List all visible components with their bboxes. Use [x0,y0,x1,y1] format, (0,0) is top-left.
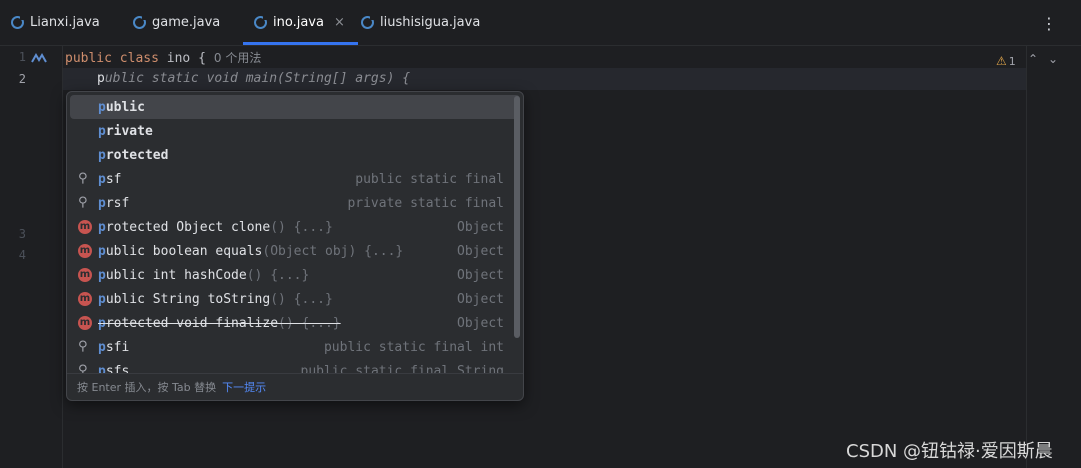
completion-type: Object [457,267,504,283]
line-number: 2 [18,72,26,86]
completion-type: Object [457,219,504,235]
completion-scrollbar[interactable] [514,96,520,338]
close-tab-icon[interactable]: × [334,15,345,30]
completion-type: Object [457,243,504,259]
tab-ino-java[interactable]: ino.java × [243,0,358,45]
next-highlight-icon[interactable]: ⌄ [1048,52,1058,66]
completion-type: private static final [347,195,504,211]
line-number: 3 [18,227,26,241]
completion-item-hashcode[interactable]: m public int hashCode() {...} Object [70,263,520,287]
inspection-widget[interactable]: ⚠ 1 [996,54,1016,68]
next-tip-link[interactable]: 下一提示 [222,379,266,395]
method-icon: m [78,316,92,330]
class-name: ino { [166,51,206,66]
typed-text: p [97,71,105,86]
completion-item-tostring[interactable]: m public String toString() {...} Object [70,287,520,311]
method-icon: m [78,244,92,258]
warning-count: 1 [1008,54,1016,68]
completion-list: public private protected ⚲ psf public st… [67,92,523,373]
line-number: 4 [18,248,26,262]
completion-type: public static final [355,171,504,187]
keyword-class: class [119,51,159,66]
template-icon: ⚲ [78,363,88,374]
completion-item-psfs[interactable]: ⚲ psfs public static final String [70,359,520,374]
completion-item-finalize[interactable]: m protected void finalize() {...} Object [70,311,520,335]
editor-tab-bar: Lianxi.java game.java ino.java × liushis… [0,0,1081,46]
code-line-2: public static void main(String[] args) { [97,71,410,86]
tab-label: ino.java [273,15,324,30]
java-class-icon [11,15,25,29]
method-icon: m [78,220,92,234]
ghost-suggestion: ublic static void main(String[] args) { [104,71,411,86]
line-number: 1 [18,50,26,64]
template-icon: ⚲ [78,171,88,186]
usages-inlay-hint[interactable]: 0 个用法 [214,51,261,65]
watermark: CSDN @钮钴禄·爱因斯晨 [846,441,1053,462]
active-tab-indicator [243,42,358,45]
template-icon: ⚲ [78,195,88,210]
tab-label: game.java [152,15,221,30]
warning-icon: ⚠ [996,54,1007,68]
completion-item-prsf[interactable]: ⚲ prsf private static final [70,191,520,215]
completion-item-psf[interactable]: ⚲ psf public static final [70,167,520,191]
tab-liushisigua-java[interactable]: liushisigua.java [361,0,480,45]
method-icon: m [78,268,92,282]
tab-lianxi-java[interactable]: Lianxi.java [11,0,100,45]
completion-item-private[interactable]: private [70,119,520,143]
java-class-icon [133,15,147,29]
code-completion-popup: public private protected ⚲ psf public st… [66,91,524,401]
java-class-icon [361,15,375,29]
completion-item-protected[interactable]: protected [70,143,520,167]
right-margin-guide [1026,46,1027,468]
completion-item-clone[interactable]: m protected Object clone() {...} Object [70,215,520,239]
line-gutter: 1 2 3 4 [0,46,63,468]
more-options-icon[interactable]: ⋮ [1041,14,1057,33]
completion-hint: 按 Enter 插入，按 Tab 替换 [77,381,217,394]
tab-game-java[interactable]: game.java [133,0,220,45]
completion-type: Object [457,315,504,331]
tab-label: liushisigua.java [380,15,481,30]
completion-item-equals[interactable]: m public boolean equals(Object obj) {...… [70,239,520,263]
method-icon: m [78,292,92,306]
completion-type: public static final String [300,363,505,374]
template-icon: ⚲ [78,339,88,354]
tab-label: Lianxi.java [30,15,100,30]
completion-item-public[interactable]: public [70,95,520,119]
java-class-icon [254,15,268,29]
completion-type: Object [457,291,504,307]
code-line-1: public class ino { 0 个用法 [65,49,261,66]
completion-footer: 按 Enter 插入，按 Tab 替换 下一提示 [67,373,523,400]
previous-highlight-icon[interactable]: ⌃ [1028,52,1038,66]
keyword-public: public [65,51,112,66]
completion-type: public static final int [323,339,504,355]
ai-assist-icon[interactable] [31,53,47,63]
completion-item-psfi[interactable]: ⚲ psfi public static final int [70,335,520,359]
